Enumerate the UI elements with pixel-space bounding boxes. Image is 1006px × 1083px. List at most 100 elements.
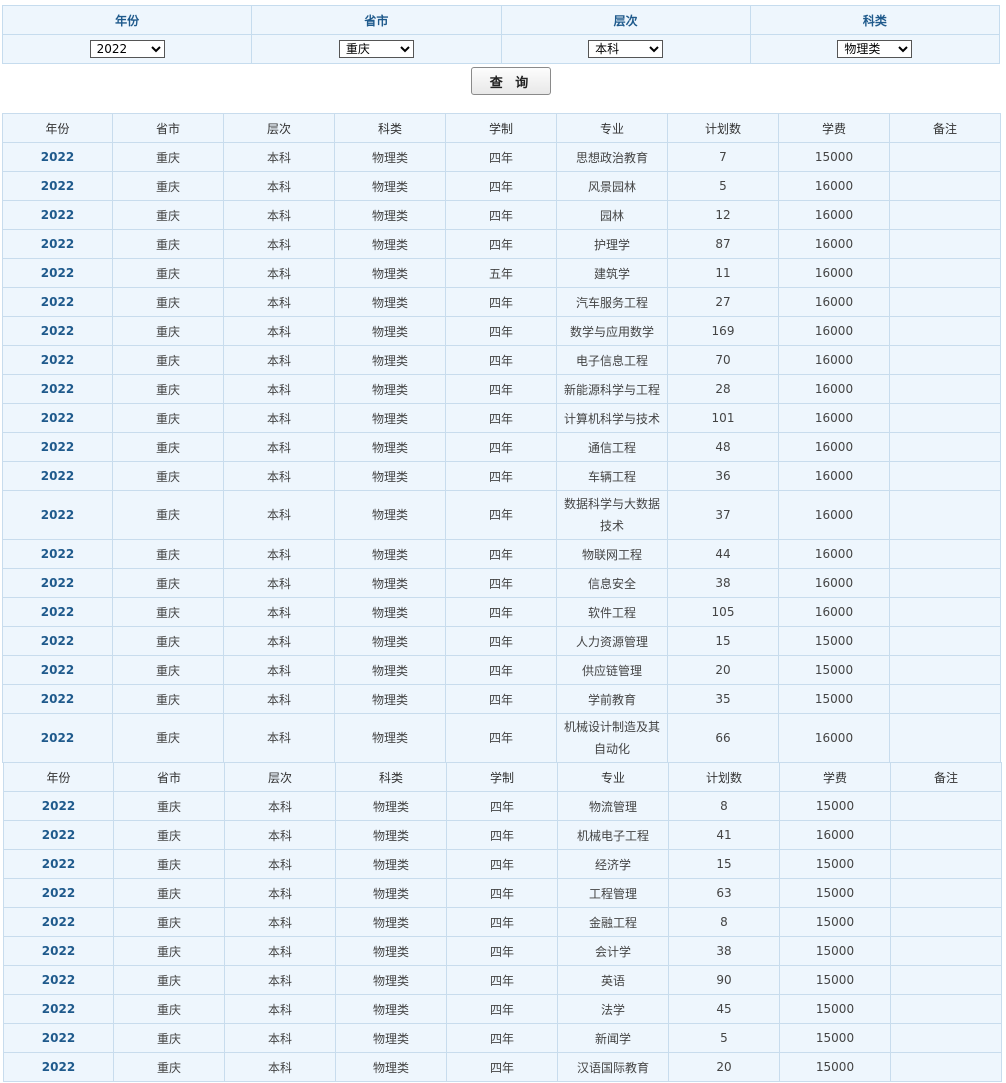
table-header-row: 年份 省市 层次 科类 学制 专业 计划数 学费 备注 <box>2 113 1001 143</box>
cell-major: 信息安全 <box>556 568 668 598</box>
level-select[interactable]: 本科 <box>588 40 664 58</box>
cell-plan-count: 48 <box>667 432 779 462</box>
cell-major: 供应链管理 <box>556 655 668 685</box>
header-col-major: 专业 <box>557 762 669 792</box>
cell-plan-count: 5 <box>667 171 779 201</box>
cell-tuition: 16000 <box>778 713 890 763</box>
cell-level: 本科 <box>223 539 335 569</box>
cell-remark <box>889 713 1001 763</box>
cell-tuition: 16000 <box>779 820 891 850</box>
cell-level: 本科 <box>224 965 336 995</box>
cell-remark <box>890 791 1002 821</box>
cell-duration: 四年 <box>445 229 557 259</box>
cell-level: 本科 <box>223 258 335 288</box>
cell-level: 本科 <box>223 287 335 317</box>
major-name: 建筑学 <box>593 266 630 281</box>
cell-major: 计算机科学与技术 <box>556 403 668 433</box>
cell-level: 本科 <box>224 849 336 879</box>
cell-major: 会计学 <box>557 936 669 966</box>
cell-duration: 四年 <box>446 907 558 937</box>
header-col-level: 层次 <box>223 113 335 143</box>
cell-year: 2022 <box>2 287 113 317</box>
major-name: 计算机科学与技术 <box>563 411 660 426</box>
cell-remark <box>889 684 1001 714</box>
province-select[interactable]: 重庆 <box>338 40 414 58</box>
type-select[interactable]: 物理类 <box>837 40 913 58</box>
filter-label-year: 年份 <box>1 5 253 35</box>
cell-tuition: 15000 <box>779 936 891 966</box>
major-name: 新闻学 <box>594 1031 631 1046</box>
cell-remark <box>889 432 1001 462</box>
cell-level: 本科 <box>223 345 335 375</box>
major-name: 新能源科学与工程 <box>563 382 660 397</box>
cell-remark <box>889 287 1001 317</box>
major-name: 经济学 <box>594 857 631 872</box>
cell-level: 本科 <box>223 597 335 627</box>
cell-level: 本科 <box>224 936 336 966</box>
cell-plan-count: 45 <box>668 994 780 1024</box>
cell-type: 物理类 <box>334 626 446 656</box>
cell-major: 学前教育 <box>556 684 668 714</box>
filter-cell-level: 本科 <box>500 34 751 64</box>
cell-year: 2022 <box>2 684 113 714</box>
major-name: 数据科学与大数据技术 <box>563 497 660 533</box>
cell-remark <box>889 200 1001 230</box>
cell-major: 通信工程 <box>556 432 668 462</box>
cell-plan-count: 87 <box>667 229 779 259</box>
cell-level: 本科 <box>223 432 335 462</box>
cell-province: 重庆 <box>112 626 224 656</box>
major-name: 机械电子工程 <box>576 828 649 843</box>
table-row: 2022 重庆 本科 物理类 四年 法学 45 15000 <box>3 994 1002 1024</box>
table-row: 2022 重庆 本科 物理类 四年 机械电子工程 41 16000 <box>3 820 1002 850</box>
cell-duration: 四年 <box>445 374 557 404</box>
cell-tuition: 16000 <box>778 490 890 540</box>
cell-tuition: 16000 <box>778 539 890 569</box>
major-name: 电子信息工程 <box>575 353 648 368</box>
cell-year: 2022 <box>2 374 113 404</box>
cell-duration: 五年 <box>445 258 557 288</box>
major-name: 护理学 <box>593 237 630 252</box>
header-col-duration: 学制 <box>445 113 557 143</box>
cell-remark <box>890 965 1002 995</box>
header-col-plan-count: 计划数 <box>667 113 779 143</box>
major-name: 物流管理 <box>588 799 637 814</box>
cell-plan-count: 105 <box>667 597 779 627</box>
cell-level: 本科 <box>223 626 335 656</box>
cell-province: 重庆 <box>112 432 224 462</box>
cell-level: 本科 <box>224 820 336 850</box>
table-row: 2022 重庆 本科 物理类 四年 汉语国际教育 20 15000 <box>3 1052 1002 1082</box>
cell-year: 2022 <box>3 907 114 937</box>
cell-province: 重庆 <box>113 849 225 879</box>
cell-duration: 四年 <box>446 994 558 1024</box>
query-button[interactable]: 查 询 <box>471 67 551 95</box>
cell-major: 汉语国际教育 <box>557 1052 669 1082</box>
filter-label-type: 科类 <box>749 5 1001 35</box>
cell-province: 重庆 <box>113 1023 225 1053</box>
cell-major: 经济学 <box>557 849 669 879</box>
major-name: 学前教育 <box>587 692 636 707</box>
cell-province: 重庆 <box>112 142 224 172</box>
cell-province: 重庆 <box>112 374 224 404</box>
table-row: 2022 重庆 本科 物理类 四年 护理学 87 16000 <box>2 229 1001 259</box>
major-name: 汉语国际教育 <box>576 1060 649 1075</box>
cell-major: 新能源科学与工程 <box>556 374 668 404</box>
year-select[interactable]: 2022 <box>89 40 165 58</box>
cell-remark <box>889 258 1001 288</box>
cell-year: 2022 <box>2 345 113 375</box>
table-row: 2022 重庆 本科 物理类 四年 数据科学与大数据技术 37 16000 <box>2 490 1001 540</box>
cell-province: 重庆 <box>113 965 225 995</box>
cell-major: 机械设计制造及其自动化 <box>556 713 668 763</box>
cell-type: 物理类 <box>334 171 446 201</box>
filter-cell-year: 2022 <box>1 34 253 64</box>
major-name: 工程管理 <box>588 886 637 901</box>
cell-remark <box>890 1023 1002 1053</box>
table-row: 2022 重庆 本科 物理类 四年 数学与应用数学 169 16000 <box>2 316 1001 346</box>
cell-major: 建筑学 <box>556 258 668 288</box>
table-row: 2022 重庆 本科 物理类 四年 软件工程 105 16000 <box>2 597 1001 627</box>
header-col-tuition: 学费 <box>779 762 891 792</box>
cell-duration: 四年 <box>445 316 557 346</box>
cell-type: 物理类 <box>334 374 446 404</box>
cell-plan-count: 38 <box>667 568 779 598</box>
table-row: 2022 重庆 本科 物理类 四年 电子信息工程 70 16000 <box>2 345 1001 375</box>
cell-level: 本科 <box>224 994 336 1024</box>
